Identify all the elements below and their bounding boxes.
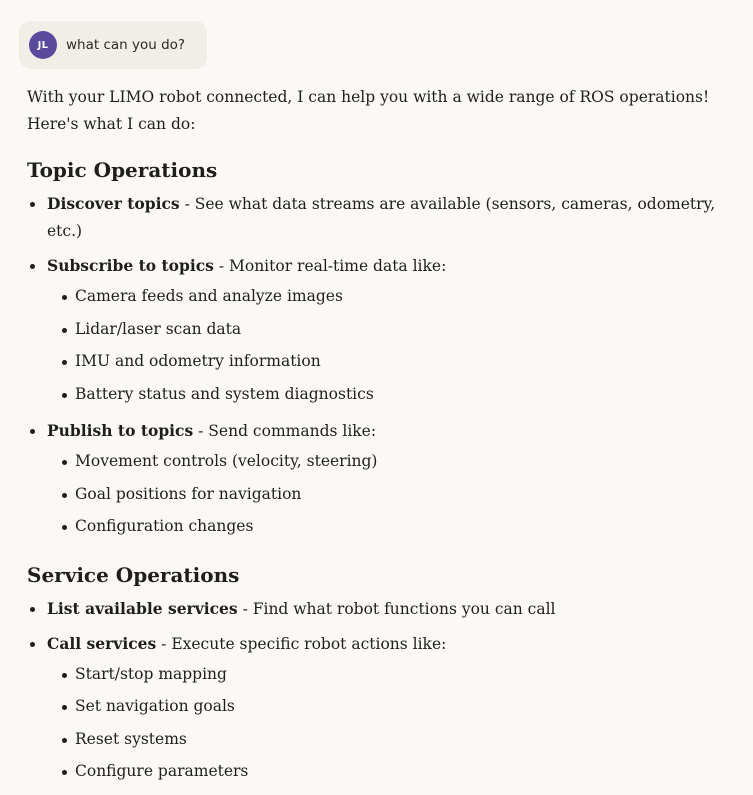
service-operations-list: List available services - Find what robo…: [27, 595, 727, 788]
user-message-bubble: JL what can you do?: [19, 21, 208, 69]
sublist-item: Camera feeds and analyze images: [47, 280, 727, 313]
response-intro: With your LIMO robot connected, I can he…: [27, 88, 710, 133]
sublist-item: Set navigation goals: [47, 690, 727, 723]
subscribe-sublist: Camera feeds and analyze images Lidar/la…: [47, 280, 727, 410]
list-item-publish-topics: Publish to topics - Send commands like: …: [27, 417, 727, 543]
assistant-response: With your LIMO robot connected, I can he…: [27, 84, 727, 795]
item-title: List available services: [47, 598, 238, 618]
sublist-item: Battery status and system diagnostics: [47, 378, 727, 411]
item-title: Publish to topics: [47, 421, 194, 440]
sublist-item: Start/stop mapping: [47, 658, 727, 691]
sublist-item: IMU and odometry information: [47, 345, 727, 378]
item-description: - Find what robot functions you can call: [237, 599, 556, 618]
item-description: - Monitor real-time data like:: [213, 257, 447, 275]
item-description: - Send commands like:: [193, 422, 377, 440]
item-title: Subscribe to topics: [47, 256, 214, 275]
list-item-list-services: List available services - Find what robo…: [27, 595, 727, 623]
sublist-item: Configure parameters: [47, 755, 727, 788]
list-item-discover-topics: Discover topics - See what data streams …: [27, 190, 727, 245]
sublist-item: Movement controls (velocity, steering): [47, 445, 727, 478]
sublist-item: Goal positions for navigation: [47, 478, 727, 511]
item-title: Discover topics: [47, 194, 180, 213]
item-title: Call services: [47, 633, 157, 653]
list-item-subscribe-topics: Subscribe to topics - Monitor real-time …: [27, 252, 727, 410]
item-description: - Execute specific robot actions like:: [156, 634, 447, 653]
sublist-item: Reset systems: [47, 723, 727, 756]
sublist-item: Lidar/laser scan data: [47, 313, 727, 346]
sublist-item: Configuration changes: [47, 510, 727, 543]
section-heading-topic-operations: Topic Operations: [27, 158, 218, 182]
list-item-call-services: Call services - Execute specific robot a…: [27, 630, 727, 788]
section-heading-service-operations: Service Operations: [27, 562, 240, 587]
publish-sublist: Movement controls (velocity, steering) G…: [47, 445, 727, 543]
user-message-text: what can you do?: [66, 37, 186, 53]
call-services-sublist: Start/stop mapping Set navigation goals …: [47, 658, 727, 788]
topic-operations-list: Discover topics - See what data streams …: [27, 190, 727, 543]
user-avatar[interactable]: JL: [29, 31, 57, 59]
